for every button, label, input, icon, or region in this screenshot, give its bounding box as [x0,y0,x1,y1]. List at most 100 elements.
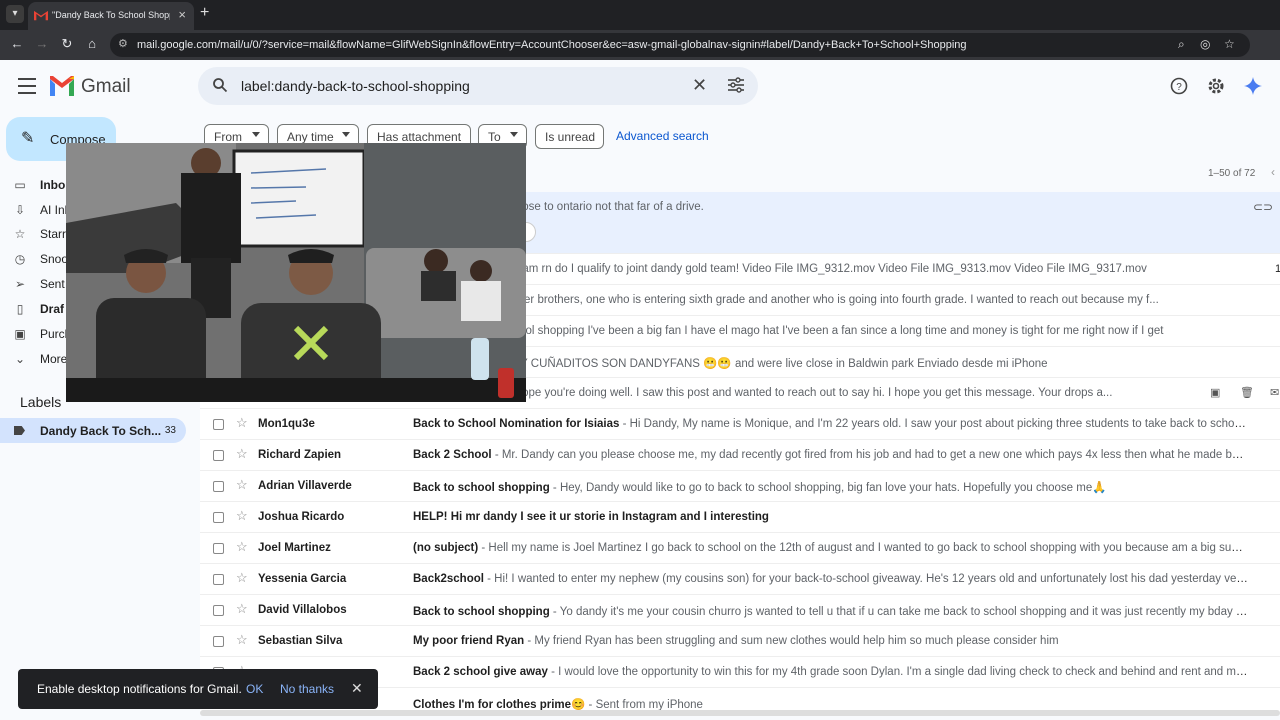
email-preview: Leo watching the stream rn do I qualify … [413,263,1248,275]
svg-text:?: ? [1176,82,1182,93]
email-subject: My poor friend Ryan [413,635,525,647]
email-subject: Back 2 School [413,449,492,461]
star-icon[interactable]: ☆ [236,509,248,523]
purchases-icon: ▣ [14,327,26,341]
email-sender: Joshua Ricardo [258,511,345,523]
email-subject: Back to school shopping [413,606,550,618]
toast-ok-button[interactable]: OK [246,682,263,696]
star-icon[interactable]: ☆ [236,540,248,554]
chip-label: To [488,130,501,144]
label-count: 33 [164,425,176,436]
new-tab-icon[interactable]: + [200,5,209,21]
bookmark-star-icon[interactable]: ☆ [1224,38,1235,51]
archive-icon[interactable]: ▣ [1210,386,1220,400]
draft-icon: ▯ [16,302,24,316]
chip-label: Any time [287,130,334,144]
email-subject: HELP! Hi mr dandy I see it ur storie in … [413,511,769,523]
email-preview: (no subject) - Hell my name is Joel Mart… [413,542,1248,554]
app-name: Gmail [81,76,131,97]
sidebar-label-dandy[interactable]: Dandy Back To Sch... 33 [0,418,186,443]
email-subject: Back2school [413,573,484,585]
address-bar[interactable]: ⚙ mail.google.com/mail/u/0/?service=mail… [110,33,1250,57]
row-checkbox[interactable] [213,574,224,585]
gemini-sparkle-icon[interactable] [1244,77,1262,95]
email-preview: need the back to school shopping I've be… [413,325,1248,337]
close-tab-icon[interactable]: × [178,8,186,21]
email-row[interactable]: ☆ David Villalobos Back to school shopping… [200,595,1280,626]
eye-off-icon[interactable]: ◎ [1200,38,1210,51]
email-preview: My poor friend Ryan - My friend Ryan has… [413,635,1248,647]
row-checkbox[interactable] [213,450,224,461]
toast-message: Enable desktop notifications for Gmail. [37,682,242,696]
row-checkbox[interactable] [213,481,224,492]
forward-icon[interactable]: → [35,37,49,51]
delete-icon[interactable]: 🗑 [1240,386,1254,400]
site-info-icon[interactable]: ⚙ [118,38,130,50]
email-row[interactable]: ☆ Adrian Villaverde Back to school shoppin… [200,471,1280,502]
email-row[interactable]: ☆ Yessenia Garcia Back2school - Hi! I want… [200,564,1280,595]
toast-no-thanks-button[interactable]: No thanks [280,682,334,696]
row-checkbox[interactable] [213,543,224,554]
row-checkbox[interactable] [213,512,224,523]
sidebar-item-label: Starr [40,227,67,241]
label-tag-icon [14,426,25,435]
horizontal-scrollbar[interactable] [200,710,1280,716]
row-checkbox[interactable] [213,605,224,616]
mark-unread-icon[interactable]: ✉ [1270,386,1279,400]
main-menu-icon[interactable] [18,78,36,94]
email-preview: Clothes I'm for clothes prime😊 - Sent fr… [413,697,1248,711]
email-preview: HELP! Hi mr dandy I see it ur storie in … [413,511,1248,523]
star-icon[interactable]: ☆ [236,633,248,647]
chip-label: Has attachment [377,130,462,144]
email-row[interactable]: ☆ Sebastian Silva My poor friend Ryan - My… [200,626,1280,657]
star-icon[interactable]: ☆ [236,478,248,492]
search-bar[interactable]: label:dandy-back-to-school-shopping ✕ [198,67,758,105]
email-sender: Joel Martinez [258,542,331,554]
browser-toolbar: ← → ↻ ⌂ ⚙ mail.google.com/mail/u/0/?serv… [0,30,1280,60]
email-row[interactable]: ☆ Richard Zapien Back 2 School - Mr. Dandy… [200,440,1280,471]
row-checkbox[interactable] [213,636,224,647]
email-snippet: - I would love the opportunity to win th… [547,666,1248,678]
star-icon[interactable]: ☆ [236,416,248,430]
star-icon[interactable]: ☆ [236,602,248,616]
help-icon[interactable]: ? [1170,77,1188,95]
advanced-search-link[interactable]: Advanced search [616,129,709,143]
star-icon[interactable]: ☆ [236,571,248,585]
row-checkbox[interactable] [213,419,224,430]
email-preview: Back 2 school give away - I would love t… [413,666,1248,678]
settings-gear-icon[interactable] [1207,77,1225,95]
tab-search-icon[interactable]: ▾ [6,5,24,23]
email-snippet: - Hi! I wanted to enter my nephew (my co… [483,573,1248,585]
email-subject: (no subject) [413,542,479,554]
search-icon[interactable] [212,77,228,93]
chip-label: Is unread [545,130,596,144]
email-row[interactable]: ☆ Joel Martinez (no subject) - Hell my nam… [200,533,1280,564]
clear-search-icon[interactable]: ✕ [692,75,707,95]
paging-count: 1–50 of 72 [1208,168,1256,179]
snooze-icon: ◷ [14,252,26,266]
attachment-icon: ⊂⊃ [1253,200,1274,214]
browser-tab[interactable]: "Dandy Back To School Shoppin × [28,2,194,30]
send-icon: ➢ [14,277,26,291]
close-icon[interactable]: ✕ [351,680,363,696]
email-row[interactable]: ☆ Mon1qu3e Back to School Nomination for I… [200,409,1280,440]
home-icon[interactable]: ⌂ [85,37,99,51]
sidebar-item-label: Sent [40,277,65,291]
tab-title: "Dandy Back To School Shoppin [52,10,170,20]
email-preview: Back to School Nomination for Isiaias - … [413,418,1248,430]
back-icon[interactable]: ← [10,37,24,51]
chevron-down-icon [252,132,260,137]
filter-is-unread[interactable]: Is unread [535,124,604,149]
email-row[interactable]: ☆ Joshua Ricardo HELP! Hi mr dandy I see i… [200,502,1280,533]
pencil-icon: ✎ [21,130,35,147]
search-input[interactable]: label:dandy-back-to-school-shopping [241,78,470,94]
email-sender: Mon1qu3e [258,418,315,430]
zoom-icon[interactable]: ⌕ [1178,38,1185,51]
chevron-left-icon[interactable]: ‹ [1271,166,1275,178]
reload-icon[interactable]: ↻ [60,37,74,51]
email-snippet: - My friend Ryan has been struggling and… [524,635,1059,647]
email-snippet: - Hey, Dandy would like to go to back to… [549,482,1107,494]
email-snippet: - HELP MY CUÑADITOS SON DANDYFANS 😬😬 and… [467,358,1048,370]
star-icon[interactable]: ☆ [236,447,248,461]
search-options-icon[interactable] [727,77,745,93]
